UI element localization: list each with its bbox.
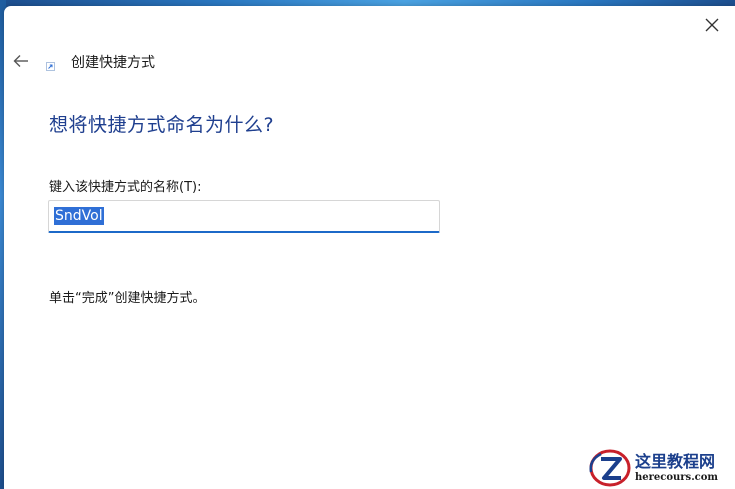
- page-heading: 想将快捷方式命名为什么?: [49, 114, 275, 136]
- back-button[interactable]: [10, 50, 32, 72]
- create-shortcut-dialog: 创建快捷方式 想将快捷方式命名为什么? 键入该快捷方式的名称(T): SndVo…: [4, 6, 735, 489]
- watermark-logo-icon: [589, 449, 631, 487]
- close-icon: [705, 18, 719, 32]
- watermark-name: 这里教程网: [635, 451, 716, 471]
- shortcut-name-input[interactable]: SndVol: [48, 200, 440, 233]
- back-arrow-icon: [13, 55, 28, 67]
- shortcut-icon: [46, 62, 55, 71]
- watermark-domain: herecours.com: [635, 471, 719, 483]
- name-field-label: 键入该快捷方式的名称(T):: [49, 180, 202, 195]
- finish-hint: 单击“完成”创建快捷方式。: [49, 291, 206, 306]
- site-watermark: 这里教程网 herecours.com: [587, 446, 735, 489]
- close-button[interactable]: [697, 12, 727, 38]
- selected-input-text: SndVol: [54, 207, 104, 225]
- dialog-title: 创建快捷方式: [71, 55, 155, 71]
